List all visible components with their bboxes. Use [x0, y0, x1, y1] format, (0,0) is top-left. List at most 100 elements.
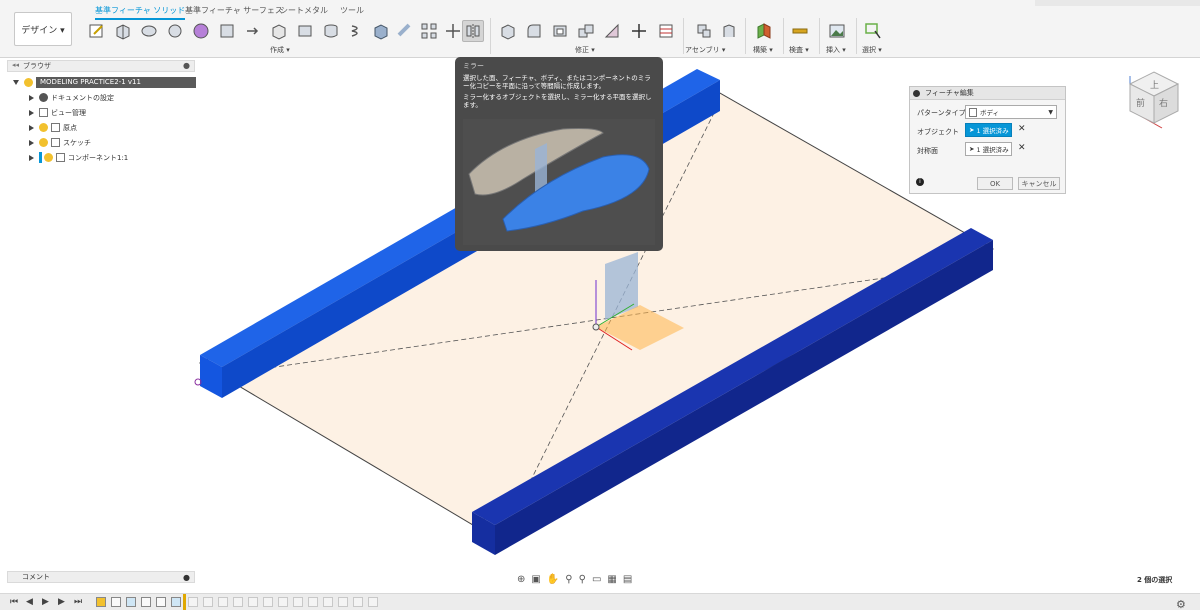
extrude-button[interactable]: [112, 20, 134, 42]
collapse-icon[interactable]: [913, 89, 920, 97]
create-group-label[interactable]: 作成 ▾: [270, 45, 290, 55]
measure-button[interactable]: [789, 20, 811, 42]
step-forward-icon[interactable]: ▶: [58, 597, 65, 607]
pattern-type-select[interactable]: ボディ ▼: [965, 105, 1057, 119]
form-button[interactable]: [190, 20, 212, 42]
timeline-feature[interactable]: [263, 597, 273, 607]
clear-object-button[interactable]: ✕: [1018, 124, 1026, 134]
insert-button[interactable]: [242, 20, 264, 42]
tab-surface[interactable]: 基準フィーチャ サーフェス: [185, 5, 283, 18]
construct-group-label[interactable]: 構築 ▾: [753, 45, 773, 55]
expand-icon[interactable]: [29, 139, 34, 146]
pattern-button[interactable]: [418, 20, 440, 42]
timeline-feature[interactable]: [156, 597, 166, 607]
pin-icon[interactable]: ●: [183, 573, 190, 582]
timeline-feature[interactable]: [96, 597, 106, 607]
construct-button[interactable]: [753, 20, 775, 42]
timeline-feature[interactable]: [188, 597, 198, 607]
sweep-button[interactable]: [164, 20, 186, 42]
browser-item-doc-settings[interactable]: ドキュメントの設定: [29, 91, 114, 104]
coil-button[interactable]: [346, 20, 368, 42]
expand-icon[interactable]: [29, 154, 34, 161]
fit-icon[interactable]: ⚲: [579, 574, 586, 585]
orbit-icon[interactable]: ⊕: [517, 574, 525, 585]
lightbulb-icon[interactable]: [39, 123, 48, 132]
joint-button[interactable]: [718, 20, 740, 42]
lightbulb-icon[interactable]: [24, 78, 33, 87]
browser-item-component[interactable]: コンポーネント1:1: [29, 151, 128, 164]
info-icon[interactable]: i: [916, 178, 924, 186]
timeline-feature[interactable]: [141, 597, 151, 607]
step-back-icon[interactable]: ◀: [26, 597, 33, 607]
mirror-button[interactable]: [462, 20, 484, 42]
browser-root[interactable]: MODELING PRACTICE2-1 v11: [13, 76, 196, 89]
scale-button[interactable]: [601, 20, 623, 42]
mirror-plane-selector[interactable]: ➤ 1 選択済み: [965, 142, 1012, 156]
view-cube[interactable]: 上 前 右: [1128, 71, 1180, 129]
comments-panel[interactable]: コメント ●: [7, 571, 195, 583]
press-pull-button[interactable]: [497, 20, 519, 42]
pin-icon[interactable]: ●: [183, 61, 190, 70]
look-at-icon[interactable]: ▣: [531, 574, 540, 585]
timeline-feature[interactable]: [126, 597, 136, 607]
insert-image-button[interactable]: [826, 20, 848, 42]
timeline-feature[interactable]: [338, 597, 348, 607]
browser-item-origin[interactable]: 原点: [29, 121, 77, 134]
lightbulb-icon[interactable]: [44, 153, 53, 162]
lightbulb-icon[interactable]: [39, 138, 48, 147]
fillet-button[interactable]: [523, 20, 545, 42]
timeline-feature[interactable]: [308, 597, 318, 607]
timeline-feature[interactable]: [323, 597, 333, 607]
combine-button[interactable]: [575, 20, 597, 42]
assemble-group-label[interactable]: アセンブリ ▾: [685, 45, 725, 55]
browser-item-sketches[interactable]: スケッチ: [29, 136, 91, 149]
viewports-icon[interactable]: ▤: [623, 574, 632, 585]
ok-button[interactable]: OK: [977, 177, 1013, 190]
thread-button[interactable]: [294, 20, 316, 42]
revolve-button[interactable]: [138, 20, 160, 42]
play-icon[interactable]: ▶: [42, 597, 49, 607]
go-to-start-icon[interactable]: ⏮: [10, 597, 18, 607]
inspect-group-label[interactable]: 検査 ▾: [789, 45, 809, 55]
cancel-button[interactable]: キャンセル: [1018, 177, 1060, 190]
expand-icon[interactable]: [29, 109, 34, 116]
timeline-feature[interactable]: [278, 597, 288, 607]
new-component-button[interactable]: [693, 20, 715, 42]
expand-icon[interactable]: [13, 80, 19, 85]
timeline-marker[interactable]: [183, 594, 186, 610]
hole-button[interactable]: [268, 20, 290, 42]
gear-icon[interactable]: ⚙: [1176, 598, 1186, 610]
box-button[interactable]: [320, 20, 342, 42]
timeline-feature[interactable]: [353, 597, 363, 607]
display-settings-icon[interactable]: ▭: [592, 574, 601, 585]
workspace-switcher[interactable]: デザイン ▾: [14, 12, 72, 46]
timeline-feature[interactable]: [293, 597, 303, 607]
timeline-feature[interactable]: [368, 597, 378, 607]
tab-sheet-metal[interactable]: シートメタル: [280, 5, 328, 18]
pan-icon[interactable]: ✋: [547, 574, 559, 585]
grid-icon[interactable]: ▦: [607, 574, 616, 585]
timeline-feature[interactable]: [218, 597, 228, 607]
select-group-label[interactable]: 選択 ▾: [862, 45, 882, 55]
expand-icon[interactable]: [29, 124, 34, 131]
go-to-end-icon[interactable]: ⏭: [74, 597, 82, 607]
select-button[interactable]: [862, 20, 884, 42]
origin-point[interactable]: [592, 323, 600, 331]
object-selector[interactable]: ➤ 1 選択済み: [965, 123, 1012, 137]
browser-header[interactable]: ◂◂ ブラウザ ●: [7, 60, 195, 72]
timeline-feature[interactable]: [171, 597, 181, 607]
shell-button[interactable]: [549, 20, 571, 42]
derive-button[interactable]: [216, 20, 238, 42]
move-button[interactable]: [442, 20, 464, 42]
expand-icon[interactable]: [29, 94, 34, 101]
dialog-header[interactable]: フィーチャ編集: [910, 87, 1065, 100]
change-params-button[interactable]: [655, 20, 677, 42]
zoom-icon[interactable]: ⚲: [565, 574, 572, 585]
create-sketch-button[interactable]: [86, 20, 108, 42]
browser-item-views[interactable]: ビュー管理: [29, 106, 86, 119]
timeline-feature[interactable]: [111, 597, 121, 607]
cube-button[interactable]: [370, 20, 392, 42]
clear-plane-button[interactable]: ✕: [1018, 143, 1026, 153]
modify-group-label[interactable]: 修正 ▾: [575, 45, 595, 55]
timeline-feature[interactable]: [248, 597, 258, 607]
